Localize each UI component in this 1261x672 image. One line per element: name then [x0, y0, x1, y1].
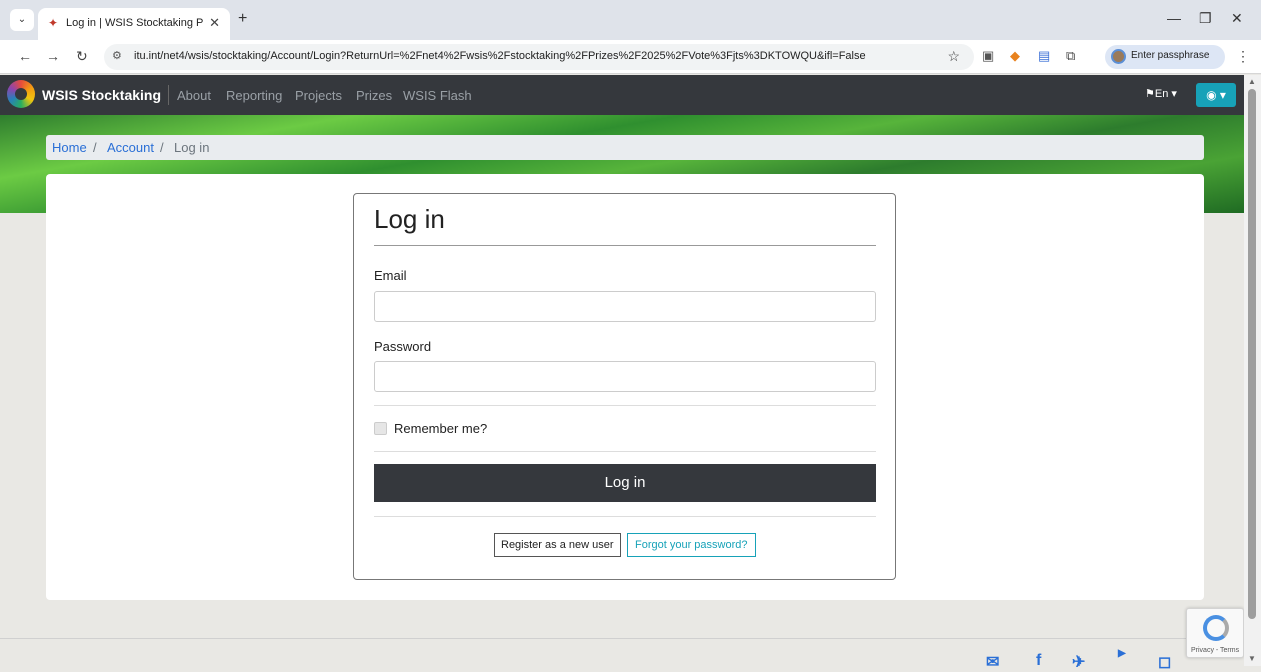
- site-navbar: WSIS Stocktaking About Reporting Project…: [0, 75, 1244, 115]
- breadcrumb-current: Log in: [174, 140, 210, 155]
- site-settings-icon[interactable]: ⚙: [112, 49, 122, 62]
- password-label: Password: [374, 339, 432, 354]
- breadcrumb: Home / Account / Log in: [46, 135, 1204, 160]
- translate-extension-icon[interactable]: ▤: [1038, 48, 1050, 64]
- breadcrumb-separator: /: [160, 140, 164, 155]
- reload-icon[interactable]: ↻: [76, 48, 88, 65]
- form-divider: [374, 405, 876, 406]
- scroll-thumb[interactable]: [1248, 89, 1256, 619]
- login-title: Log in: [374, 204, 445, 234]
- nav-projects[interactable]: Projects: [295, 88, 342, 103]
- footer-divider: [0, 638, 1244, 639]
- minimize-icon[interactable]: —: [1167, 10, 1181, 26]
- password-field[interactable]: [374, 361, 876, 392]
- new-tab-icon[interactable]: +: [238, 10, 247, 28]
- browser-menu-icon[interactable]: ⋮: [1236, 48, 1250, 65]
- bookmark-star-icon[interactable]: ☆: [947, 48, 960, 65]
- recaptcha-footer-text[interactable]: Privacy - Terms: [1191, 647, 1239, 654]
- language-flag-icon: ⚑: [1145, 88, 1155, 100]
- breadcrumb-account[interactable]: Account: [107, 140, 154, 155]
- close-tab-icon[interactable]: ✕: [209, 15, 220, 31]
- title-divider: [374, 245, 876, 246]
- brand-link[interactable]: WSIS Stocktaking: [42, 87, 161, 103]
- metamask-fox-icon[interactable]: ◆: [1010, 48, 1020, 64]
- language-label: En: [1154, 88, 1169, 100]
- tab-title: Log in | WSIS Stocktaking Platfo: [66, 17, 204, 29]
- passphrase-label: Enter passphrase: [1131, 50, 1210, 61]
- form-divider: [374, 516, 876, 517]
- facebook-icon[interactable]: f: [1036, 652, 1041, 670]
- restore-icon[interactable]: ❐: [1199, 10, 1212, 27]
- youtube-icon[interactable]: ▶: [1118, 648, 1126, 659]
- caret-down-icon: ▾: [1219, 88, 1226, 102]
- tab-search-icon[interactable]: ⌄: [10, 9, 34, 31]
- recaptcha-badge[interactable]: Privacy - Terms: [1186, 608, 1244, 658]
- register-button[interactable]: Register as a new user: [494, 533, 621, 557]
- email-label: Email: [374, 268, 407, 283]
- forward-icon[interactable]: →: [46, 48, 60, 64]
- wsis-logo-icon[interactable]: [7, 80, 35, 108]
- browser-tab-bar: ⌄ ✦ Log in | WSIS Stocktaking Platfo ✕ +…: [0, 0, 1261, 40]
- forgot-password-button[interactable]: Forgot your password?: [627, 533, 756, 557]
- user-menu-button[interactable]: ◉ ▾: [1196, 83, 1236, 107]
- scroll-up-icon[interactable]: ▲: [1248, 77, 1256, 86]
- remember-me-label[interactable]: Remember me?: [394, 421, 487, 436]
- extension-shield-icon[interactable]: ▣: [982, 48, 994, 64]
- scroll-down-icon[interactable]: ▼: [1248, 654, 1256, 663]
- address-toolbar: ← → ↻ ⚙ itu.int/net4/wsis/stocktaking/Ac…: [0, 40, 1261, 74]
- url-bar[interactable]: ⚙ itu.int/net4/wsis/stocktaking/Account/…: [104, 44, 974, 70]
- login-card: Log in Email Password Remember me? Log i…: [353, 193, 896, 580]
- extensions-puzzle-icon[interactable]: ⧉: [1066, 48, 1075, 64]
- profile-avatar-icon: [1111, 49, 1126, 64]
- instagram-icon[interactable]: ◻: [1158, 652, 1171, 672]
- navbar-divider: [168, 85, 169, 105]
- page-scrollbar[interactable]: ▲ ▼: [1244, 75, 1261, 666]
- browser-tab[interactable]: ✦ Log in | WSIS Stocktaking Platfo ✕: [38, 8, 230, 40]
- twitter-icon[interactable]: ✈: [1072, 652, 1085, 672]
- login-button[interactable]: Log in: [374, 464, 876, 502]
- email-social-icon[interactable]: ✉: [986, 652, 999, 672]
- language-dropdown[interactable]: ⚑En ▾: [1145, 87, 1177, 100]
- breadcrumb-home[interactable]: Home: [52, 140, 87, 155]
- caret-down-icon: ▾: [1171, 88, 1177, 100]
- nav-about[interactable]: About: [177, 88, 211, 103]
- email-field[interactable]: [374, 291, 876, 322]
- passphrase-button[interactable]: Enter passphrase: [1105, 45, 1225, 69]
- nav-prizes[interactable]: Prizes: [356, 88, 392, 103]
- site-favicon-icon: ✦: [48, 16, 59, 30]
- form-divider: [374, 451, 876, 452]
- recaptcha-logo-icon: [1203, 615, 1229, 641]
- user-circle-icon: ◉: [1206, 88, 1217, 102]
- close-window-icon[interactable]: ✕: [1231, 10, 1243, 27]
- nav-reporting[interactable]: Reporting: [226, 88, 282, 103]
- back-icon[interactable]: ←: [18, 48, 32, 64]
- remember-me-checkbox[interactable]: [374, 422, 387, 435]
- nav-wsis-flash[interactable]: WSIS Flash: [403, 88, 472, 103]
- url-text: itu.int/net4/wsis/stocktaking/Account/Lo…: [134, 50, 866, 62]
- breadcrumb-separator: /: [93, 140, 97, 155]
